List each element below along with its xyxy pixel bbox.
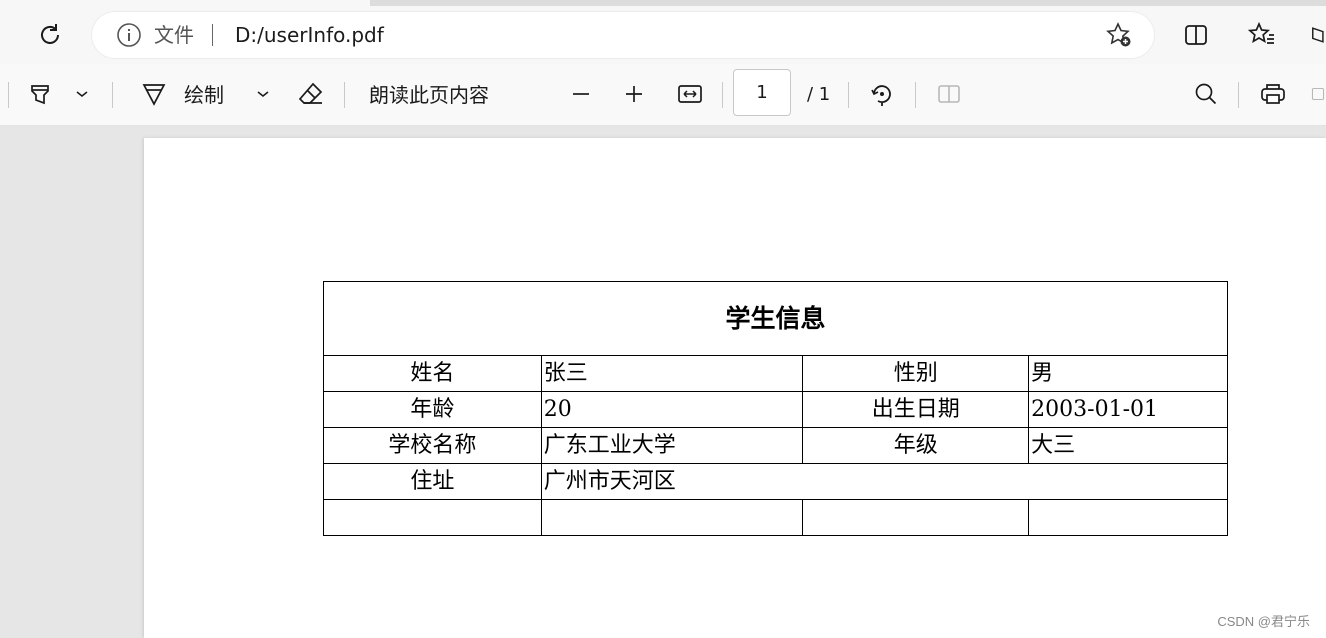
table-cell <box>323 499 542 536</box>
highlight-icon[interactable] <box>24 79 56 109</box>
table-title-row: 学生信息 <box>323 281 1228 356</box>
draw-icon[interactable] <box>138 79 170 109</box>
table-cell: 2003-01-01 <box>1028 391 1228 428</box>
url-text[interactable]: D:/userInfo.pdf <box>235 22 384 48</box>
watermark: CSDN @君宁乐 <box>1217 614 1310 629</box>
table-cell: 男 <box>1028 355 1228 392</box>
toolbar-separator <box>344 82 345 108</box>
search-icon[interactable] <box>1190 79 1222 109</box>
toolbar-separator <box>848 82 849 108</box>
split-screen-icon[interactable] <box>1180 20 1212 50</box>
favorite-add-icon[interactable] <box>1104 22 1134 48</box>
page-number-input[interactable]: 1 <box>733 69 791 116</box>
save-icon[interactable] <box>1310 79 1326 109</box>
eraser-icon[interactable] <box>295 79 327 109</box>
rotate-icon[interactable] <box>866 79 898 109</box>
table-row: 姓名 张三 性别 男 <box>323 355 1228 392</box>
table-row-empty <box>323 499 1228 536</box>
table-cell: 20 <box>540 391 804 428</box>
table-cell <box>540 499 804 536</box>
table-cell: 出生日期 <box>802 391 1030 428</box>
table-cell: 年龄 <box>323 391 542 428</box>
refresh-icon[interactable] <box>32 20 68 50</box>
table-cell: 年级 <box>802 427 1030 464</box>
chevron-down-icon[interactable] <box>72 84 92 104</box>
zoom-out-icon[interactable] <box>566 79 596 109</box>
table-cell: 性别 <box>802 355 1030 392</box>
student-info-table: 学生信息 姓名 张三 性别 男 年龄 20 出生日期 2003-01-01 学校… <box>323 281 1229 536</box>
address-label: 文件 <box>154 23 194 47</box>
table-cell: 大三 <box>1028 427 1228 464</box>
draw-label[interactable]: 绘制 <box>184 82 224 108</box>
table-title: 学生信息 <box>323 281 1228 356</box>
table-cell: 张三 <box>540 355 804 392</box>
table-row: 住址 广州市天河区 <box>323 463 1229 500</box>
address-label-cell: 住址 <box>323 463 542 500</box>
omnibox[interactable]: 文件 D:/userInfo.pdf <box>92 12 1154 58</box>
zoom-in-icon[interactable] <box>619 79 649 109</box>
print-icon[interactable] <box>1257 79 1289 109</box>
info-icon[interactable] <box>116 22 142 48</box>
fit-width-icon[interactable] <box>674 79 706 109</box>
collections-icon[interactable] <box>1306 20 1326 50</box>
table-cell: 学校名称 <box>323 427 542 464</box>
toolbar-separator <box>8 82 9 108</box>
pdf-viewer[interactable]: 学生信息 姓名 张三 性别 男 年龄 20 出生日期 2003-01-01 学校… <box>0 126 1326 638</box>
toolbar-separator <box>112 82 113 108</box>
chevron-down-icon[interactable] <box>253 84 273 104</box>
address-separator <box>212 24 213 46</box>
table-cell <box>1028 499 1228 536</box>
page-total: / 1 <box>807 84 831 105</box>
pdf-toolbar: 绘制 朗读此页内容 1 / 1 <box>0 64 1326 126</box>
read-aloud-button[interactable]: 朗读此页内容 <box>369 82 489 108</box>
table-cell: 姓名 <box>323 355 542 392</box>
pdf-page: 学生信息 姓名 张三 性别 男 年龄 20 出生日期 2003-01-01 学校… <box>144 138 1326 638</box>
table-cell <box>802 499 1030 536</box>
favorites-icon[interactable] <box>1246 20 1278 50</box>
table-cell: 广东工业大学 <box>540 427 804 464</box>
table-row: 年龄 20 出生日期 2003-01-01 <box>323 391 1228 428</box>
toolbar-separator <box>1238 82 1239 108</box>
toolbar-separator <box>915 82 916 108</box>
two-page-icon <box>933 79 965 109</box>
address-bar-row: 文件 D:/userInfo.pdf <box>0 6 1326 64</box>
table-row: 学校名称 广东工业大学 年级 大三 <box>323 427 1228 464</box>
toolbar-separator <box>722 82 723 108</box>
address-value-cell: 广州市天河区 <box>540 463 1229 500</box>
